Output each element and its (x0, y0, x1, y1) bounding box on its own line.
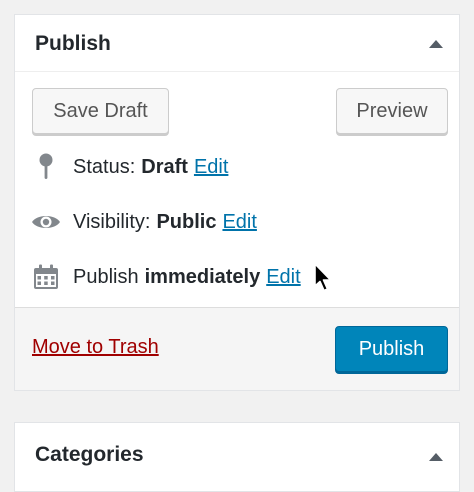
status-value: Draft (141, 155, 188, 178)
pin-icon (31, 152, 61, 182)
status-row: Status: Draft Edit (31, 152, 228, 182)
visibility-value: Public (156, 210, 217, 233)
edit-visibility-link[interactable]: Edit (222, 211, 256, 234)
publish-actions: Move to Trash Publish (15, 307, 459, 390)
schedule-label: Publish (73, 265, 139, 288)
calendar-icon (31, 262, 61, 292)
visibility-label: Visibility: (73, 210, 151, 233)
save-draft-button[interactable]: Save Draft (32, 88, 169, 134)
categories-panel-header[interactable]: Categories (15, 423, 459, 480)
edit-status-link[interactable]: Edit (194, 156, 228, 179)
publish-button[interactable]: Publish (335, 326, 448, 372)
preview-button[interactable]: Preview (336, 88, 448, 134)
schedule-row: Publish immediately Edit (31, 262, 301, 292)
panel-title: Publish (35, 32, 111, 55)
edit-schedule-link[interactable]: Edit (266, 266, 300, 289)
eye-icon (31, 207, 61, 237)
categories-panel: Categories (14, 422, 460, 492)
collapse-arrow-icon[interactable] (429, 453, 443, 461)
visibility-row: Visibility: Public Edit (31, 207, 257, 237)
categories-title: Categories (35, 443, 144, 466)
status-label: Status: (73, 155, 136, 178)
publish-panel: Publish Save Draft Preview Status: Draft… (14, 14, 460, 391)
schedule-value: immediately (144, 265, 261, 288)
collapse-arrow-icon[interactable] (429, 40, 443, 48)
move-to-trash-link[interactable]: Move to Trash (32, 336, 159, 359)
publish-panel-header[interactable]: Publish (15, 15, 459, 72)
